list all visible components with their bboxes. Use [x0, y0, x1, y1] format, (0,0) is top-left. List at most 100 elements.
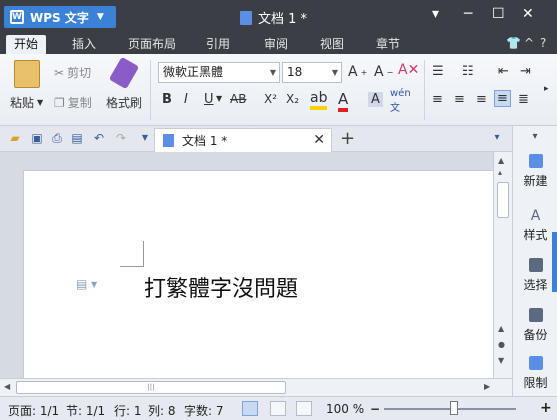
prev-page-icon[interactable]: ▲ [498, 324, 504, 333]
font-color-icon: A [338, 90, 349, 112]
scroll-up-icon[interactable]: ▲ [498, 156, 504, 165]
scroll-up-icon[interactable]: ▴ [498, 168, 502, 177]
tab-references[interactable]: 引用 [198, 35, 238, 54]
maximize-button[interactable]: ☐ [492, 6, 505, 22]
redo-icon[interactable]: ↷ [114, 131, 128, 145]
bullets-button[interactable]: ☰ [432, 64, 444, 79]
strikethrough-button[interactable]: AB [230, 92, 246, 106]
decrease-indent-button[interactable]: ⇤ [498, 64, 509, 79]
font-family-value: 微軟正黑體 [163, 65, 224, 79]
clear-format-icon[interactable]: A✕ [398, 62, 419, 78]
align-left-button[interactable]: ≡ [432, 92, 443, 107]
justify-button[interactable]: ≡ [494, 90, 511, 107]
close-tab-icon[interactable]: ✕ [313, 132, 325, 148]
save-icon[interactable]: ▣ [30, 131, 44, 145]
task-pane-restrict[interactable]: 限制 [513, 356, 557, 391]
tab-page-layout[interactable]: 页面布局 [120, 35, 184, 54]
page-view-button[interactable] [242, 401, 258, 416]
close-window-button[interactable]: ✕ [522, 6, 534, 22]
scroll-left-icon[interactable]: ◀ [4, 382, 10, 391]
tab-view[interactable]: 视图 [312, 35, 352, 54]
shirt-icon[interactable]: 👕 [506, 36, 521, 50]
task-pane-styles[interactable]: A 样式 [513, 208, 557, 243]
copy-button[interactable]: ❐ 复制 [54, 94, 92, 111]
shrink-font-button[interactable]: A − [374, 64, 393, 80]
zoom-level[interactable]: 100 % [326, 402, 364, 416]
font-color-button[interactable]: A [338, 90, 349, 112]
font-family-select[interactable]: 微軟正黑體 ▼ [158, 62, 280, 83]
tab-list-icon[interactable]: ▾ [490, 131, 504, 145]
format-painter-icon[interactable] [108, 56, 140, 90]
tab-insert[interactable]: 插入 [64, 35, 104, 54]
format-painter-button[interactable]: 格式刷 [106, 94, 142, 111]
copy-label: 复制 [67, 96, 92, 110]
status-word-count[interactable]: 字数: 7 [184, 402, 224, 419]
web-view-button[interactable] [296, 401, 312, 416]
bold-button[interactable]: B [162, 92, 172, 107]
paste-button[interactable]: 粘贴 ▼ [10, 94, 43, 111]
font-size-select[interactable]: 18 ▼ [282, 62, 342, 83]
tab-chapter[interactable]: 章节 [368, 35, 408, 54]
document-canvas: ▤ ▾ 打繁體字沒問題 [0, 152, 493, 378]
vertical-scroll-thumb[interactable] [497, 182, 509, 218]
tab-home[interactable]: 开始 [6, 35, 47, 54]
char-shading-button[interactable]: A [368, 92, 383, 107]
highlight-button[interactable]: ab [310, 90, 328, 110]
increase-indent-button[interactable]: ⇥ [520, 64, 531, 79]
select-browse-object-icon[interactable]: ● [498, 340, 505, 349]
document-icon [163, 134, 174, 147]
collapse-ribbon-icon[interactable]: ^ [524, 36, 534, 50]
restrict-icon [528, 356, 543, 370]
status-column: 列: 8 [148, 404, 176, 418]
task-pane-new-label: 新建 [523, 174, 548, 188]
quick-access-dropdown-icon[interactable]: ▼ [138, 131, 152, 145]
minimize-button[interactable]: ─ [464, 6, 472, 22]
vertical-scrollbar[interactable]: ▲ ▴ ▲ ● ▼ [493, 152, 512, 378]
paste-icon[interactable] [14, 60, 40, 88]
wps-logo-icon: W [10, 10, 24, 24]
horizontal-scrollbar[interactable]: ◀ ||| ▶ [0, 378, 512, 396]
zoom-slider-handle[interactable] [450, 401, 458, 415]
task-pane-select[interactable]: 选择 [513, 258, 557, 293]
task-pane-backup[interactable]: 备份 [513, 308, 557, 343]
phonetic-guide-icon[interactable]: wén 文 [390, 88, 411, 114]
new-document-icon [528, 154, 543, 168]
tab-review[interactable]: 审阅 [256, 35, 296, 54]
task-pane-menu-icon[interactable]: ▾ [528, 130, 542, 144]
zoom-out-icon[interactable]: − [370, 402, 380, 416]
numbering-button[interactable]: ☷ [462, 64, 474, 79]
distributed-button[interactable]: ≣ [518, 92, 529, 107]
page[interactable]: ▤ ▾ 打繁體字沒問題 [23, 170, 493, 378]
italic-button[interactable]: I [184, 92, 188, 107]
font-size-value: 18 [287, 65, 303, 79]
paragraph-handle-icon[interactable]: ▤ ▾ [76, 277, 97, 291]
undo-icon[interactable]: ↶ [92, 131, 106, 145]
chevron-down-icon[interactable]: ▼ [216, 94, 222, 103]
underline-button[interactable]: U [204, 92, 214, 107]
print-icon[interactable]: ⎙ [50, 131, 64, 145]
ribbon-scroll-icon[interactable]: ▸ [544, 84, 549, 94]
subscript-button[interactable]: X₂ [286, 92, 299, 106]
cut-button[interactable]: ✂ 剪切 [54, 64, 91, 81]
horizontal-scroll-thumb[interactable]: ||| [16, 381, 286, 394]
align-center-button[interactable]: ≡ [454, 92, 465, 107]
help-icon[interactable]: ? [540, 36, 546, 50]
new-tab-icon[interactable]: + [340, 128, 355, 149]
scroll-right-icon[interactable]: ▶ [484, 382, 490, 391]
superscript-button[interactable]: X² [264, 92, 277, 106]
print-preview-icon[interactable]: ▤ [70, 131, 84, 145]
zoom-in-icon[interactable]: + [540, 400, 552, 416]
app-name: WPS 文字 [30, 10, 89, 25]
task-pane-new[interactable]: 新建 [513, 154, 557, 189]
open-folder-icon[interactable]: ▰ [8, 131, 22, 145]
document-text[interactable]: 打繁體字沒問題 [144, 271, 298, 303]
grow-font-button[interactable]: A + [348, 64, 367, 80]
select-icon [528, 258, 543, 272]
align-right-button[interactable]: ≡ [476, 92, 487, 107]
next-page-icon[interactable]: ▼ [498, 356, 504, 365]
outline-view-button[interactable] [270, 401, 286, 416]
app-menu-button[interactable]: W WPS 文字 ▼ [4, 6, 116, 28]
skin-icon[interactable]: ▾ [432, 6, 439, 22]
document-tab[interactable]: 文档 1 * ✕ [154, 128, 332, 152]
status-page[interactable]: 页面: 1/1 [8, 402, 59, 419]
